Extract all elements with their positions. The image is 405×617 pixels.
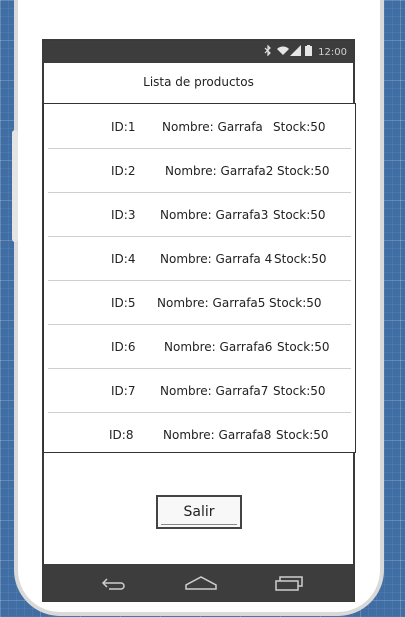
- status-time: 12:00: [318, 46, 347, 58]
- list-item[interactable]: ID:6 Nombre: Garrafa6 Stock:50: [48, 324, 351, 369]
- product-name: Nombre: Garrafa: [162, 120, 263, 134]
- screen-title: Lista de productos: [143, 75, 254, 89]
- bluetooth-icon: [264, 44, 272, 59]
- home-icon[interactable]: [181, 568, 221, 598]
- product-id: ID:7: [111, 384, 136, 398]
- product-id: ID:2: [111, 164, 136, 178]
- list-item[interactable]: ID:4 Nombre: Garrafa 4 Stock:50: [48, 236, 351, 281]
- recent-apps-icon[interactable]: [268, 568, 308, 598]
- product-id: ID:3: [111, 208, 136, 222]
- product-stock: Stock:50: [277, 164, 330, 178]
- product-name: Nombre: Garrafa8: [163, 428, 272, 442]
- product-stock: Stock:50: [269, 296, 322, 310]
- product-name: Nombre: Garrafa2: [165, 164, 274, 178]
- navigation-bar: [44, 564, 353, 601]
- product-stock: Stock:50: [273, 208, 326, 222]
- exit-button[interactable]: Salir: [156, 495, 242, 529]
- list-item[interactable]: ID:8 Nombre: Garrafa8 Stock:50: [48, 412, 351, 456]
- product-id: ID:4: [111, 252, 136, 266]
- product-name: Nombre: Garrafa5: [157, 296, 266, 310]
- list-item[interactable]: ID:1 Nombre: Garrafa Stock:50: [48, 104, 351, 149]
- list-item[interactable]: ID:3 Nombre: Garrafa3 Stock:50: [48, 192, 351, 237]
- product-id: ID:5: [111, 296, 136, 310]
- list-item[interactable]: ID:5 Nombre: Garrafa5 Stock:50: [48, 280, 351, 325]
- list-item[interactable]: ID:2 Nombre: Garrafa2 Stock:50: [48, 148, 351, 193]
- phone-side-button: [12, 130, 18, 242]
- back-icon[interactable]: [94, 568, 134, 598]
- product-stock: Stock:50: [277, 340, 330, 354]
- product-id: ID:6: [111, 340, 136, 354]
- product-id: ID:8: [109, 428, 134, 442]
- app-screen: 12:00 Lista de productos ID:1 Nombre: Ga…: [42, 39, 356, 602]
- signal-icon: [290, 45, 302, 59]
- wifi-icon: [276, 45, 290, 59]
- status-bar: 12:00: [44, 41, 353, 63]
- product-name: Nombre: Garrafa7: [160, 384, 269, 398]
- product-name: Nombre: Garrafa3: [160, 208, 269, 222]
- product-id: ID:1: [111, 120, 136, 134]
- product-stock: Stock:50: [274, 252, 327, 266]
- product-name: Nombre: Garrafa 4: [160, 252, 273, 266]
- list-item[interactable]: ID:7 Nombre: Garrafa7 Stock:50: [48, 368, 351, 413]
- product-stock: Stock:50: [273, 120, 326, 134]
- product-name: Nombre: Garrafa6: [164, 340, 273, 354]
- product-stock: Stock:50: [273, 384, 326, 398]
- product-list[interactable]: ID:1 Nombre: Garrafa Stock:50 ID:2 Nombr…: [43, 103, 356, 453]
- battery-icon: [305, 45, 313, 59]
- product-stock: Stock:50: [276, 428, 329, 442]
